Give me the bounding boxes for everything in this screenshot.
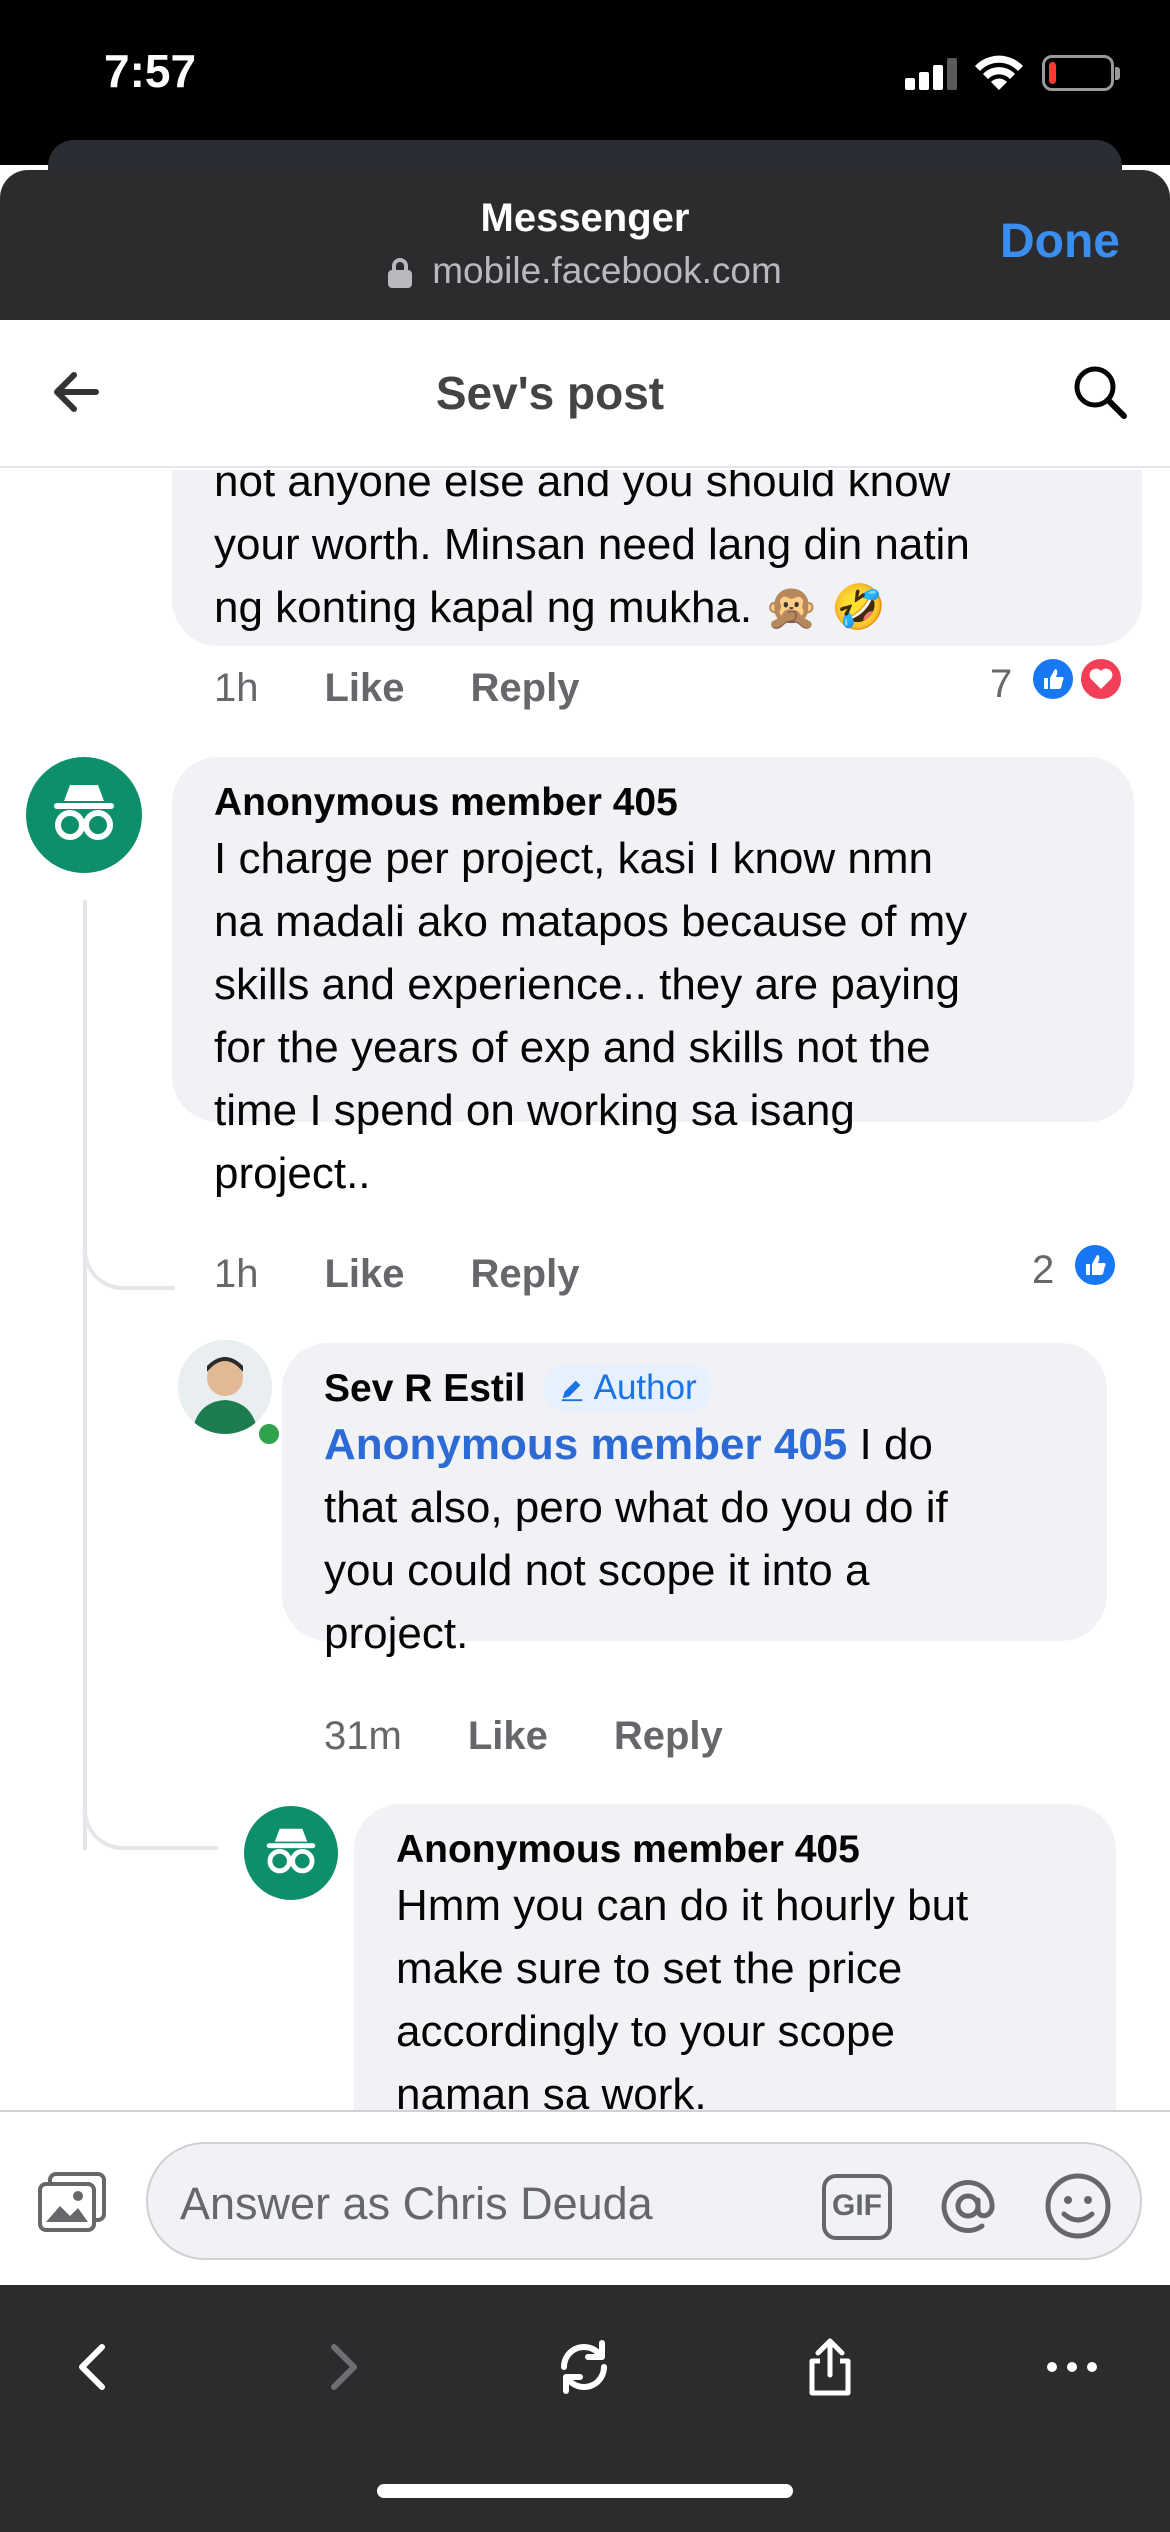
comment-text-line: na madali ako matapos because of my (214, 897, 968, 946)
page-title: Sev's post (435, 367, 665, 419)
incognito-icon (266, 1828, 316, 1874)
emoji-icon[interactable] (1042, 2170, 1114, 2242)
comment-text-line: project. (324, 1609, 469, 1658)
lock-icon (388, 258, 413, 288)
reaction-count[interactable]: 2 (1032, 1248, 1054, 1293)
browser-header: Messenger mobile.facebook.com Done (0, 170, 1170, 320)
comment-author[interactable]: Sev R Estil (324, 1367, 526, 1410)
comment-text-line: you could not scope it into a (324, 1546, 870, 1595)
comment-text-line: skills and experience.. they are paying (214, 960, 960, 1009)
comment-time[interactable]: 1h (214, 1252, 259, 1296)
cellular-signal-icon (905, 58, 957, 90)
reply-button[interactable]: Reply (471, 1252, 580, 1296)
comment-text-line: not anyone else and you should know (214, 470, 951, 506)
pencil-icon (561, 1380, 582, 1402)
like-button[interactable]: Like (468, 1714, 548, 1758)
browser-title: Messenger (480, 196, 690, 240)
reply-button[interactable]: Reply (471, 666, 580, 710)
comment-input-placeholder: Answer as Chris Deuda (180, 2178, 653, 2229)
comment-meta: 31m Like Reply (324, 1714, 723, 1759)
status-time: 7:57 (104, 45, 197, 97)
author-badge-label: Author (593, 1368, 697, 1407)
comment-text-line: Hmm you can do it hourly but (396, 1881, 969, 1930)
comment-text-line: I charge per project, kasi I know nmn (214, 834, 933, 883)
like-reaction-icon (1072, 1242, 1118, 1288)
browser-back-icon[interactable] (62, 2335, 126, 2399)
comment-meta: 1h Like Reply (214, 1252, 579, 1297)
more-icon[interactable] (1040, 2335, 1104, 2399)
comment-text-line: time I spend on working sa isang (214, 1086, 855, 1135)
comment-author[interactable]: Anonymous member 405 (396, 1826, 1106, 1874)
thread-connector (83, 1170, 175, 1290)
like-reaction-icon (1030, 656, 1076, 702)
thread-connector (83, 1690, 218, 1850)
mention-link[interactable]: Anonymous member 405 (324, 1420, 847, 1469)
anonymous-avatar[interactable] (244, 1806, 338, 1900)
comment-composer: Answer as Chris Deuda GIF (0, 2110, 1170, 2285)
page-header: Sev's post (0, 320, 1170, 468)
comment-bubble[interactable]: Anonymous member 405 Hmm you can do it h… (354, 1804, 1116, 2112)
reload-icon[interactable] (552, 2335, 616, 2399)
profile-photo (178, 1340, 272, 1434)
comment-bubble[interactable]: not anyone else and you should know your… (172, 470, 1142, 646)
anonymous-avatar[interactable] (26, 757, 142, 873)
comment-text-line: for the years of exp and skills not the (214, 1023, 931, 1072)
comments-list[interactable]: not anyone else and you should know your… (0, 470, 1170, 2112)
comment-meta: 1h Like Reply (214, 666, 579, 711)
love-reaction-icon (1078, 656, 1124, 702)
reaction-count[interactable]: 7 (990, 662, 1012, 707)
comment-bubble[interactable]: Anonymous member 405 I charge per projec… (172, 757, 1134, 1198)
home-indicator (377, 2484, 793, 2498)
like-button[interactable]: Like (325, 1252, 405, 1296)
author-badge: Author (543, 1365, 711, 1411)
url-text: mobile.facebook.com (432, 250, 782, 291)
incognito-icon (54, 785, 114, 840)
share-icon[interactable] (798, 2335, 862, 2399)
mention-icon[interactable] (932, 2170, 1004, 2242)
status-bar: 7:57 (0, 0, 1170, 200)
online-status-dot (255, 1420, 283, 1448)
comment-text-line: I do (847, 1420, 933, 1469)
like-button[interactable]: Like (325, 666, 405, 710)
comment-text-line: ng konting kapal ng mukha. 🙊 🤣 (214, 583, 887, 632)
photo-icon[interactable] (36, 2170, 108, 2234)
comment-text-line: make sure to set the price (396, 1944, 903, 1993)
browser-url[interactable]: mobile.facebook.com (0, 250, 1170, 292)
comment-text-line: project.. (214, 1149, 371, 1198)
browser-forward-icon[interactable] (310, 2335, 374, 2399)
comment-text-line: naman sa work. (396, 2070, 707, 2112)
comment-author[interactable]: Anonymous member 405 (214, 779, 1114, 827)
comment-bubble[interactable]: Sev R Estil Author Anonymous member 405 I… (282, 1343, 1107, 1658)
done-button[interactable]: Done (1000, 214, 1120, 269)
wifi-icon (975, 55, 1023, 90)
user-avatar[interactable] (178, 1340, 272, 1434)
search-icon[interactable] (1070, 362, 1130, 422)
battery-icon (1042, 55, 1120, 91)
battery-level (1049, 62, 1056, 84)
comment-text-line: accordingly to your scope (396, 2007, 895, 2056)
comment-time[interactable]: 31m (324, 1714, 402, 1758)
comment-text-line: your worth. Minsan need lang din natin (214, 520, 970, 569)
comment-time[interactable]: 1h (214, 666, 259, 710)
gif-icon[interactable]: GIF (822, 2174, 892, 2240)
comment-text-line: that also, pero what do you do if (324, 1483, 948, 1532)
reply-button[interactable]: Reply (614, 1714, 723, 1758)
